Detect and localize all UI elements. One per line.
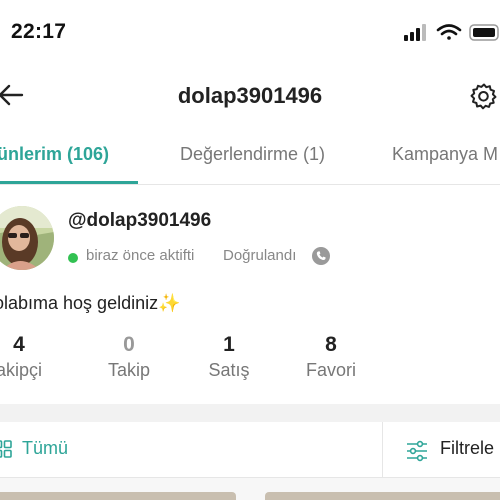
signal-icon (404, 24, 426, 41)
stat-label: Takip (107, 360, 151, 380)
filter-divider (382, 422, 383, 478)
filter-bar: Tümü Filtrele (0, 422, 500, 478)
filter-button[interactable]: Filtrele (406, 438, 500, 462)
gear-icon (470, 83, 497, 110)
tab-products[interactable]: ünlerim (106) (0, 144, 109, 165)
stat-sales[interactable]: 1 Satış (189, 332, 269, 381)
stat-following[interactable]: 0 Takip (89, 332, 169, 381)
settings-button[interactable] (470, 82, 498, 110)
page-title: dolap3901496 (177, 83, 323, 108)
stat-value: 4 (13, 333, 25, 356)
phone-verified-icon (312, 247, 330, 265)
product-card[interactable] (265, 492, 500, 500)
wifi-icon (436, 24, 462, 40)
tab-active-indicator (0, 181, 138, 184)
profile-bio: olabıma hoş geldiniz✨ (0, 293, 181, 313)
product-card[interactable] (0, 492, 236, 500)
stat-value: 0 (123, 333, 135, 356)
status-bar: 22:17 (0, 0, 500, 66)
avatar[interactable] (0, 206, 54, 270)
verified-label: Doğrulandı (223, 247, 297, 264)
grid-icon (0, 440, 12, 458)
profile-tabs: ünlerim (106) Değerlendirme (1) Kampanya… (0, 124, 500, 185)
status-time: 22:17 (11, 20, 67, 43)
stat-followers[interactable]: 4 akipçi (0, 332, 59, 381)
tab-reviews[interactable]: Değerlendirme (1) (180, 144, 325, 165)
status-icons (404, 22, 500, 44)
tab-campaigns[interactable]: Kampanya M (392, 144, 498, 165)
stat-favorites[interactable]: 8 Favori (291, 332, 371, 381)
filter-label: Filtrele (440, 438, 495, 458)
stat-label: Satış (208, 360, 250, 380)
stat-value: 1 (223, 333, 235, 356)
sliders-icon (406, 440, 428, 462)
battery-icon (469, 24, 499, 41)
last-active-text: biraz önce aktifti (86, 247, 195, 264)
nav-bar: dolap3901496 (0, 66, 500, 124)
profile-username: @dolap3901496 (68, 210, 212, 231)
stat-value: 8 (325, 333, 337, 356)
stat-label: akipçi (0, 360, 43, 380)
all-items-label: Tümü (22, 438, 69, 458)
section-divider (0, 404, 500, 422)
stat-label: Favori (305, 360, 356, 380)
online-status-dot (68, 253, 78, 263)
profile-section: @dolap3901496 biraz önce aktifti Doğrula… (0, 186, 500, 404)
